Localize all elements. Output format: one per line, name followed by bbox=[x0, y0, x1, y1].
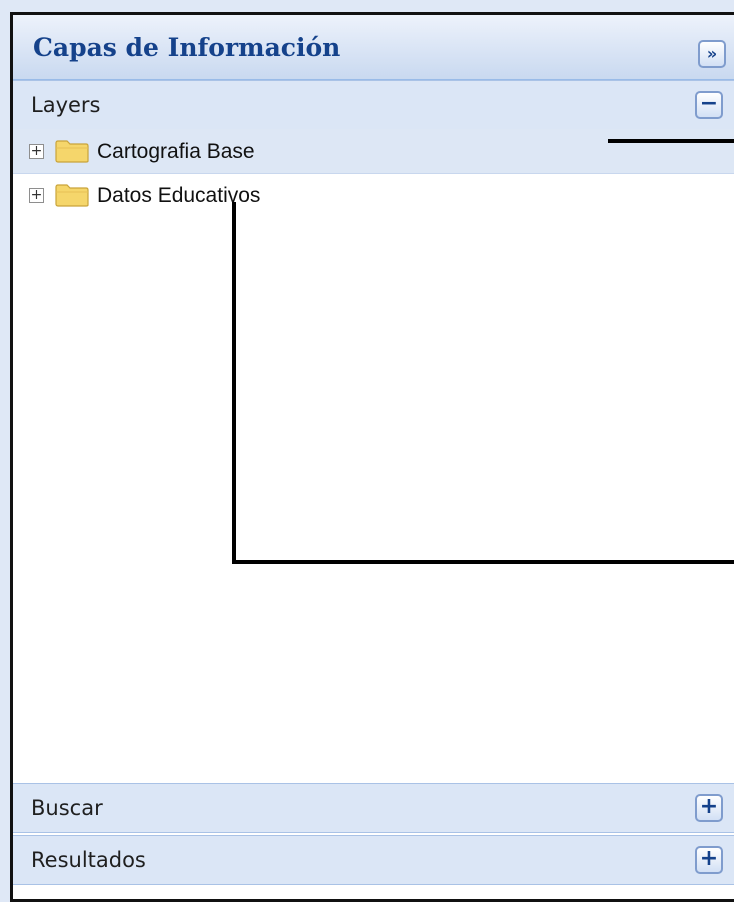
collapse-layers-button[interactable]: − bbox=[695, 91, 723, 119]
tree-node-datos-educativos[interactable]: + Datos Educativos bbox=[13, 173, 734, 217]
tree-node-label: Cartografia Base bbox=[97, 140, 255, 163]
layers-panel: Capas de Información » Layers − + Cartog… bbox=[10, 12, 734, 902]
collapse-panel-button[interactable]: » bbox=[698, 40, 726, 68]
buscar-section-header[interactable]: Buscar + bbox=[13, 783, 734, 833]
annotation-callout-line bbox=[232, 560, 734, 564]
expand-node-icon[interactable]: + bbox=[29, 188, 44, 203]
expand-buscar-button[interactable]: + bbox=[695, 794, 723, 822]
tree-node-cartografia-base[interactable]: + Cartografia Base bbox=[13, 129, 734, 174]
resultados-section-label: Resultados bbox=[31, 848, 146, 872]
folder-icon bbox=[55, 140, 89, 163]
panel-header: Capas de Información » bbox=[13, 15, 734, 80]
layers-section-header[interactable]: Layers − bbox=[13, 80, 734, 130]
layers-section-label: Layers bbox=[31, 93, 101, 117]
folder-icon bbox=[55, 184, 89, 207]
annotation-callout-line bbox=[608, 139, 734, 143]
layer-tree: + Cartografia Base + Datos Educativos bbox=[13, 129, 734, 783]
buscar-section-label: Buscar bbox=[31, 796, 103, 820]
expand-node-icon[interactable]: + bbox=[29, 144, 44, 159]
resultados-section-header[interactable]: Resultados + bbox=[13, 835, 734, 885]
expand-resultados-button[interactable]: + bbox=[695, 846, 723, 874]
annotation-callout-line bbox=[232, 202, 236, 564]
panel-title: Capas de Información bbox=[33, 33, 341, 62]
